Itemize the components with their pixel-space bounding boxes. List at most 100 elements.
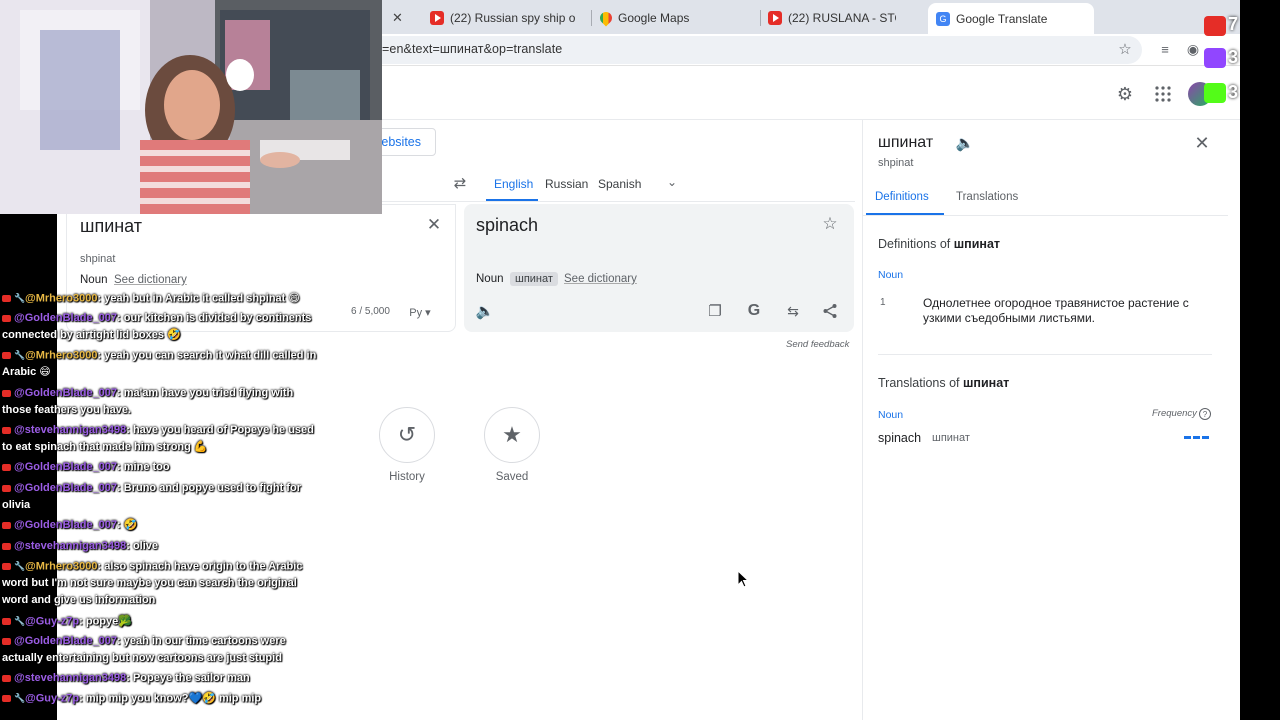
lang-spanish[interactable]: Spanish xyxy=(598,177,641,191)
tab-1[interactable]: ✕ xyxy=(392,4,420,32)
tab-youtube-spy-ship[interactable]: (22) Russian spy ship o xyxy=(430,4,590,32)
chat-message: 🔧@Mrhero3000: yeah but in Arabic it call… xyxy=(2,290,320,307)
star-icon: ★ xyxy=(502,422,522,447)
chat-username: @GoldenBlade_007 xyxy=(14,387,118,399)
youtube-icon xyxy=(2,314,11,322)
chat-message: 🔧@Mrhero3000: also spinach have origin t… xyxy=(2,558,320,609)
definitions-pos: Noun xyxy=(878,269,904,281)
speaker-icon[interactable]: 🔈 xyxy=(956,134,975,152)
mouse-cursor-icon xyxy=(737,570,749,588)
chat-username: @Mrhero3000 xyxy=(25,292,98,305)
divider xyxy=(380,201,855,202)
chat-username: @GoldenBlade_007 xyxy=(14,312,118,324)
twitch-viewer-count: 3 xyxy=(1228,47,1239,67)
kick-viewer-count: 3 xyxy=(1228,82,1239,102)
swap-languages-icon[interactable]: ⇄ xyxy=(450,174,470,192)
close-panel-icon[interactable]: ✕ xyxy=(1192,133,1212,153)
chat-username: @GoldenBlade_007 xyxy=(14,635,118,647)
youtube-icon xyxy=(430,11,444,25)
wrench-icon: 🔧 xyxy=(14,616,26,626)
target-see-dictionary-link[interactable]: See dictionary xyxy=(564,273,637,285)
chat-username: @Mrhero3000 xyxy=(25,560,98,573)
chat-username: @Guy-z7p xyxy=(25,692,80,705)
target-text-box: spinach ☆ Noun шпинат See dictionary 🔈 ❐… xyxy=(464,204,854,332)
speaker-icon[interactable]: 🔈 xyxy=(476,302,495,320)
dictionary-side-panel xyxy=(862,120,1240,720)
translations-pos: Noun xyxy=(878,409,904,421)
definition-text: Однолетнее огородное травянистое растени… xyxy=(923,296,1189,325)
chat-text: : Popeye the sailor man xyxy=(126,672,250,684)
close-icon[interactable]: ✕ xyxy=(392,10,403,26)
wrench-icon: 🔧 xyxy=(14,561,26,571)
kick-icon xyxy=(1204,83,1226,103)
frequency-bar xyxy=(1193,436,1200,439)
stream-chat: 🔧@Mrhero3000: yeah but in Arabic it call… xyxy=(0,286,320,720)
chat-username: @Guy-z7p xyxy=(25,615,80,628)
target-reverse-chip[interactable]: шпинат xyxy=(510,272,558,286)
chat-message: @GoldenBlade_007: mine too xyxy=(2,459,320,476)
youtube-icon xyxy=(2,389,11,397)
chat-message: @GoldenBlade_007: ma'am have you tried f… xyxy=(2,385,320,419)
youtube-icon xyxy=(2,352,11,359)
divider xyxy=(878,354,1212,355)
tab-title: Google Maps xyxy=(618,11,690,25)
translation-word[interactable]: spinach xyxy=(878,431,921,445)
google-icon[interactable]: G xyxy=(745,302,763,320)
youtube-icon xyxy=(2,463,11,471)
translations-heading: Translations of шпинат xyxy=(878,376,1010,390)
tab-definitions[interactable]: Definitions xyxy=(875,191,929,203)
star-icon[interactable]: ☆ xyxy=(821,214,839,233)
star-icon[interactable]: ☆ xyxy=(1117,41,1133,58)
chat-message: @GoldenBlade_007: yeah in our time carto… xyxy=(2,633,320,667)
chat-message: @GoldenBlade_007: our kitchen is divided… xyxy=(2,310,320,344)
share-icon[interactable] xyxy=(821,302,839,320)
help-icon[interactable]: ? xyxy=(1199,408,1211,420)
youtube-icon xyxy=(1204,16,1226,36)
copy-icon[interactable]: ❐ xyxy=(706,302,724,320)
chat-text: : 🤣 xyxy=(117,519,138,531)
chat-message: @GoldenBlade_007: 🤣 xyxy=(2,517,320,534)
media-controls-icon[interactable]: ≡ xyxy=(1157,41,1173,57)
history-button[interactable]: ↺ xyxy=(379,407,435,463)
chat-message: @stevehannigan3498: have you heard of Po… xyxy=(2,422,320,456)
tab-google-translate[interactable]: G Google Translate xyxy=(928,3,1094,34)
keyboard-tools-icon[interactable]: Ру ▾ xyxy=(405,304,435,320)
chevron-down-icon[interactable]: ⌄ xyxy=(664,174,680,190)
youtube-icon xyxy=(2,542,11,550)
tab-youtube-ruslana[interactable]: (22) RUSLANA - STONE xyxy=(768,4,896,32)
chat-username: @stevehannigan3498 xyxy=(14,540,127,552)
source-transliteration: shpinat xyxy=(80,253,116,265)
youtube-viewer-count: 7 xyxy=(1228,14,1239,34)
tab-separator xyxy=(760,10,761,26)
youtube-icon xyxy=(2,426,11,434)
tab-separator xyxy=(591,10,592,26)
frequency-bar xyxy=(1202,436,1209,439)
chat-message: @stevehannigan3498: olive xyxy=(2,538,320,555)
tab-title: Google Translate xyxy=(956,11,1048,26)
tab-google-maps[interactable]: Google Maps xyxy=(600,4,740,32)
chat-username: @GoldenBlade_007 xyxy=(14,482,118,494)
settings-icon[interactable]: ⚙ xyxy=(1115,84,1135,104)
history-label: History xyxy=(389,471,425,483)
source-see-dictionary-link[interactable]: See dictionary xyxy=(114,274,187,286)
send-feedback-link[interactable]: Send feedback xyxy=(786,339,849,350)
apps-grid-icon[interactable] xyxy=(1153,84,1173,104)
profile-icon[interactable]: ◉ xyxy=(1185,41,1201,57)
tab-translations[interactable]: Translations xyxy=(956,191,1018,203)
chat-message: @stevehannigan3498: Popeye the sailor ma… xyxy=(2,670,320,687)
chat-message: 🔧@Guy-z7p: popye🥦 xyxy=(2,613,320,630)
youtube-icon xyxy=(768,11,782,25)
source-text[interactable]: шпинат xyxy=(80,216,142,237)
chat-username: @Mrhero3000 xyxy=(25,349,98,362)
saved-button[interactable]: ★ xyxy=(484,407,540,463)
definitions-heading: Definitions of шпинат xyxy=(878,237,1001,251)
youtube-icon xyxy=(2,295,11,302)
lang-russian[interactable]: Russian xyxy=(545,177,588,191)
lang-english[interactable]: English xyxy=(494,177,533,191)
clear-source-icon[interactable]: ✕ xyxy=(426,215,442,234)
feedback-edit-icon[interactable]: ⇆ xyxy=(783,302,803,320)
url-text[interactable]: =en&text=шпинат&op=translate xyxy=(382,42,562,56)
chat-username: @GoldenBlade_007 xyxy=(14,519,118,531)
wrench-icon: 🔧 xyxy=(14,693,26,703)
screen: ✕ (22) Russian spy ship o ✕ Google Maps … xyxy=(0,0,1280,720)
